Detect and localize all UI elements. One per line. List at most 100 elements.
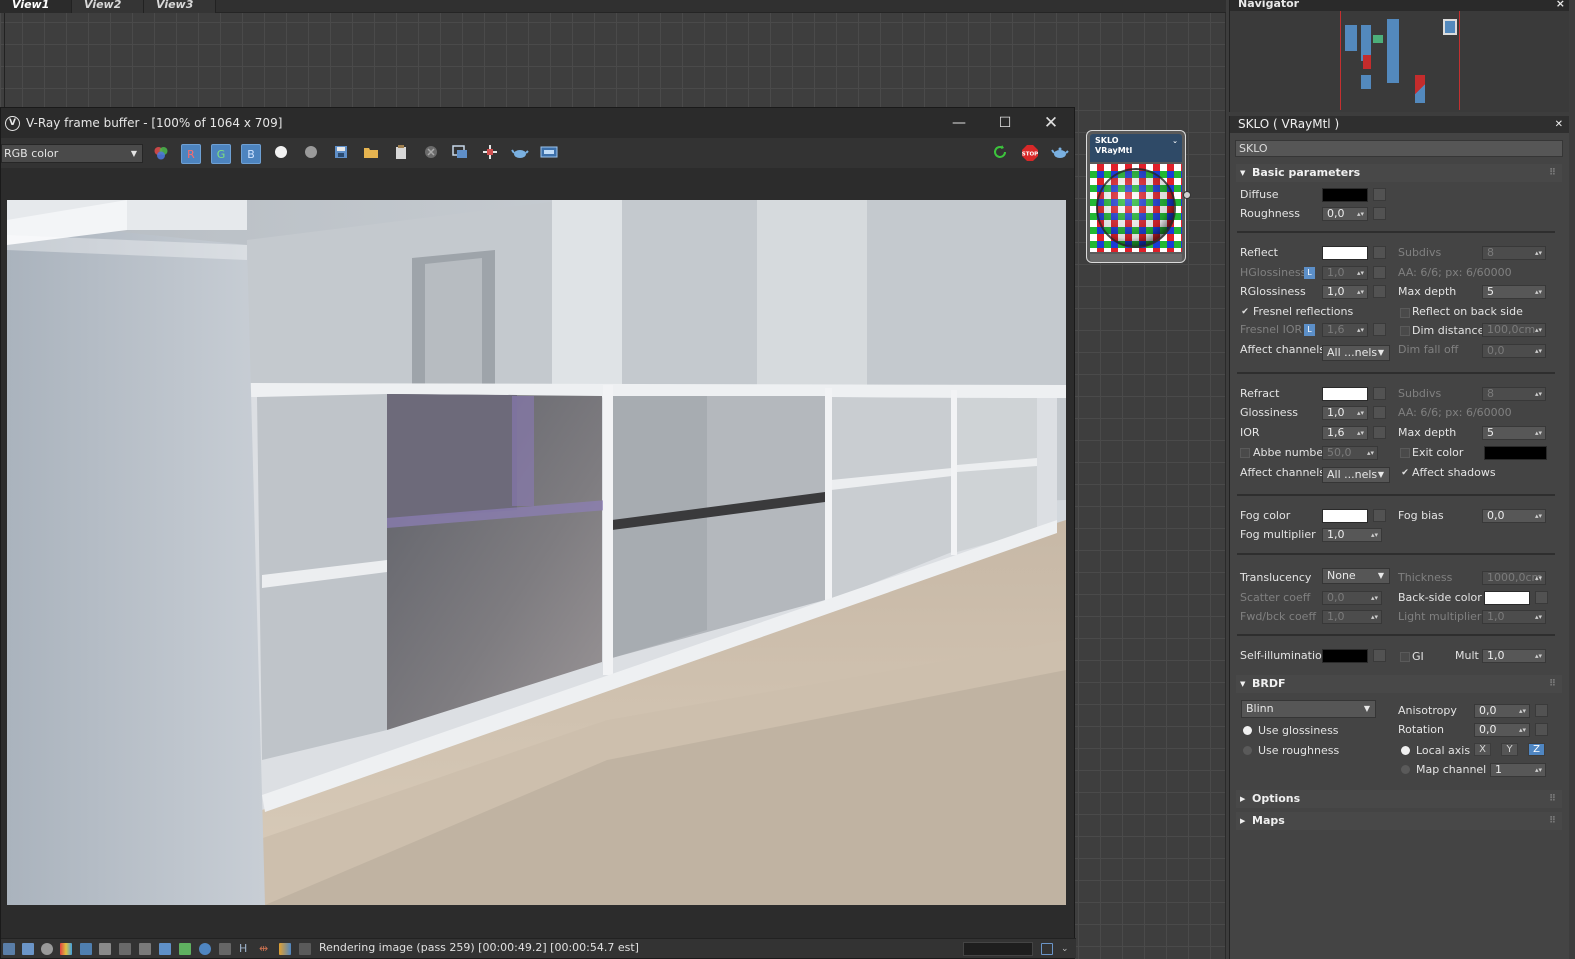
icc-icon[interactable] (179, 943, 191, 955)
hglossiness-map-button[interactable] (1373, 266, 1386, 279)
axis-y-button[interactable]: Y (1501, 743, 1518, 756)
clipboard-icon[interactable] (391, 144, 411, 164)
clear-image-icon[interactable] (421, 144, 441, 164)
refract-glossiness-spinner[interactable]: 1,0 ▴▾ (1322, 406, 1368, 420)
refract-subdivs-spinner[interactable]: 8 ▴▾ (1482, 387, 1546, 401)
use-roughness-radio[interactable] (1243, 746, 1252, 755)
rollout-maps[interactable]: ▶ Maps ⠿ (1236, 812, 1562, 830)
back-side-map-button[interactable] (1535, 591, 1548, 604)
info-icon[interactable] (41, 943, 53, 955)
ior-map-button[interactable] (1373, 426, 1386, 439)
duplicate-to-max-icon[interactable] (450, 144, 470, 164)
chevron-down-icon[interactable]: ⌄ (1172, 136, 1178, 146)
tab-view1[interactable]: View1 (0, 0, 72, 13)
green-channel-button[interactable]: G (211, 144, 231, 164)
rollout-basic-parameters[interactable]: ▼ Basic parameters ⠿ (1236, 164, 1562, 182)
compare-ab-icon[interactable]: ⇹ (259, 943, 271, 955)
refract-affect-channels-dropdown[interactable]: All ...nels ▼ (1322, 467, 1390, 483)
fog-color-swatch[interactable] (1322, 509, 1368, 523)
roughness-spinner[interactable]: 0,0 ▴▾ (1322, 207, 1368, 221)
load-image-icon[interactable] (361, 144, 381, 164)
ab-split-icon[interactable] (279, 943, 291, 955)
render-teapot-icon[interactable] (510, 144, 530, 164)
color-correction-icon[interactable] (60, 943, 72, 955)
diffuse-color-swatch[interactable] (1322, 188, 1368, 202)
affect-shadows-checkbox[interactable]: ✔ (1400, 468, 1410, 478)
refract-max-depth-spinner[interactable]: 5 ▴▾ (1482, 426, 1546, 440)
rglossiness-spinner[interactable]: 1,0 ▴▾ (1322, 285, 1368, 299)
save-image-icon[interactable] (331, 144, 351, 164)
alpha-white-icon[interactable] (271, 144, 291, 164)
material-node-header[interactable]: SKLO VRayMtl ⌄ (1090, 134, 1182, 162)
fog-bias-spinner[interactable]: 0,0 ▴▾ (1482, 509, 1546, 523)
srgb-icon[interactable] (199, 943, 211, 955)
gi-checkbox[interactable] (1400, 652, 1410, 662)
vfb-title-bar[interactable]: V V-Ray frame buffer - [100% of 1064 x 7… (1, 108, 1074, 138)
fog-color-map-button[interactable] (1373, 509, 1386, 522)
dim-distance-spinner[interactable]: 100,0cm ▴▾ (1482, 323, 1546, 337)
axis-x-button[interactable]: X (1474, 743, 1491, 756)
axis-z-button[interactable]: Z (1528, 743, 1545, 756)
exit-color-checkbox[interactable] (1400, 448, 1410, 458)
diffuse-map-button[interactable] (1373, 188, 1386, 201)
stop-render-button[interactable]: STOP (1020, 144, 1040, 164)
reflect-back-side-checkbox[interactable] (1400, 308, 1410, 318)
levels-icon[interactable] (80, 943, 92, 955)
dim-fall-off-spinner[interactable]: 0,0 ▴▾ (1482, 344, 1546, 358)
maximize-button[interactable]: ☐ (982, 108, 1028, 138)
fresnel-checkbox[interactable]: ✔ (1240, 307, 1250, 317)
refract-map-button[interactable] (1373, 387, 1386, 400)
brdf-type-dropdown[interactable]: Blinn ▼ (1241, 700, 1376, 718)
rglossiness-map-button[interactable] (1373, 285, 1386, 298)
self-illumination-swatch[interactable] (1322, 649, 1368, 663)
back-side-color-swatch[interactable] (1484, 591, 1530, 605)
rotation-map-button[interactable] (1535, 723, 1548, 736)
rollout-options[interactable]: ▶ Options ⠿ (1236, 790, 1562, 808)
fresnel-ior-lock-button[interactable]: L (1304, 324, 1315, 336)
fit-view-icon[interactable] (1041, 943, 1053, 955)
map-channel-spinner[interactable]: 1 ▴▾ (1490, 763, 1546, 777)
reflect-subdivs-spinner[interactable]: 8 ▴▾ (1482, 246, 1546, 260)
ocio-icon[interactable] (159, 943, 171, 955)
rendered-image[interactable] (7, 200, 1066, 905)
minimize-button[interactable]: — (936, 108, 982, 138)
refract-glossiness-map-button[interactable] (1373, 406, 1386, 419)
h-flip-icon[interactable]: H (239, 943, 251, 955)
track-mouse-icon[interactable] (480, 144, 500, 164)
histogram-icon[interactable] (119, 943, 131, 955)
close-button[interactable]: ✕ (1028, 108, 1074, 138)
tab-view3[interactable]: View3 (144, 0, 216, 13)
exit-color-swatch[interactable] (1484, 446, 1547, 460)
refract-color-swatch[interactable] (1322, 387, 1368, 401)
material-node-sklo[interactable]: SKLO VRayMtl ⌄ (1086, 130, 1191, 263)
rollout-brdf[interactable]: ▼ BRDF ⠿ (1236, 675, 1562, 693)
fresnel-ior-map-button[interactable] (1373, 323, 1386, 336)
reflect-map-button[interactable] (1373, 246, 1386, 259)
translucency-dropdown[interactable]: None ▼ (1322, 568, 1390, 584)
render-last-teapot-icon[interactable] (1050, 144, 1070, 164)
light-multiplier-spinner[interactable]: 1,0 ▴▾ (1482, 610, 1546, 624)
self-illumination-map-button[interactable] (1373, 649, 1386, 662)
output-socket[interactable] (1183, 191, 1191, 199)
chevron-down-icon[interactable]: ⌄ (1061, 943, 1073, 955)
monochrome-icon[interactable] (301, 144, 321, 164)
material-name-field[interactable]: SKLO (1235, 140, 1563, 157)
ior-spinner[interactable]: 1,6 ▴▾ (1322, 426, 1368, 440)
hglossiness-spinner[interactable]: 1,0 ▴▾ (1322, 266, 1368, 280)
lut-icon[interactable] (139, 943, 151, 955)
fresnel-ior-spinner[interactable]: 1,6 ▴▾ (1322, 323, 1368, 337)
reflect-max-depth-spinner[interactable]: 5 ▴▾ (1482, 285, 1546, 299)
local-axis-radio[interactable] (1401, 746, 1410, 755)
close-icon[interactable]: ✕ (1555, 116, 1563, 133)
history-icon[interactable] (3, 943, 15, 955)
color-channels-icon[interactable] (151, 144, 171, 164)
reflect-color-swatch[interactable] (1322, 246, 1368, 260)
curves-icon[interactable] (99, 943, 111, 955)
dim-distance-checkbox[interactable] (1400, 326, 1410, 336)
refresh-icon[interactable] (990, 144, 1010, 164)
fog-multiplier-spinner[interactable]: 1,0 ▴▾ (1322, 528, 1382, 542)
hglossiness-lock-button[interactable]: L (1304, 267, 1315, 279)
scatter-coeff-spinner[interactable]: 0,0 ▴▾ (1322, 591, 1382, 605)
use-glossiness-radio[interactable] (1243, 726, 1252, 735)
navigator-viewport[interactable] (1340, 11, 1460, 110)
